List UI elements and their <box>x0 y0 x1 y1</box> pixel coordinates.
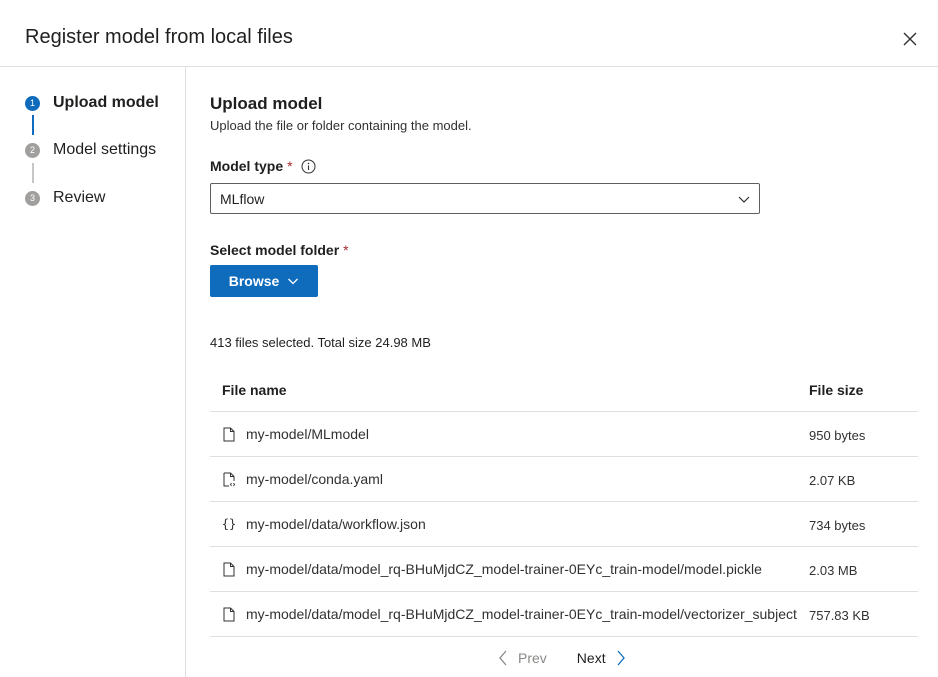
file-icon <box>222 606 236 622</box>
file-size: 2.03 MB <box>809 563 858 578</box>
next-label: Next <box>576 650 606 666</box>
model-folder-label: Select model folder * <box>210 242 349 258</box>
selection-summary: 413 files selected. Total size 24.98 MB <box>210 335 431 350</box>
model-folder-label-text: Select model folder <box>210 242 340 258</box>
section-description: Upload the file or folder containing the… <box>210 118 472 133</box>
step-label: Review <box>53 189 106 206</box>
step-connector <box>32 115 34 135</box>
browse-button-label: Browse <box>228 273 280 289</box>
step-number-badge: 2 <box>25 142 40 158</box>
step-upload-model[interactable]: 1 Upload model <box>25 91 159 115</box>
chevron-right-icon <box>617 650 625 666</box>
file-icon <box>222 426 236 442</box>
model-type-label-text: Model type <box>210 158 284 174</box>
browse-button[interactable]: Browse <box>210 265 318 297</box>
close-button[interactable] <box>898 27 922 51</box>
step-number-badge: 3 <box>25 190 40 206</box>
step-review[interactable]: 3 Review <box>25 186 105 210</box>
next-button[interactable]: Next <box>577 650 626 666</box>
file-size: 734 bytes <box>809 518 866 533</box>
info-icon[interactable] <box>301 159 316 174</box>
required-marker: * <box>343 242 349 258</box>
upload-model-panel: Upload model Upload the file or folder c… <box>210 67 918 677</box>
code-file-icon <box>222 471 236 487</box>
dialog-header: Register model from local files <box>0 0 938 67</box>
model-type-dropdown[interactable]: MLflow <box>210 183 760 214</box>
table-row[interactable]: my-model/data/model_rq-BHuMjdCZ_model-tr… <box>210 592 918 637</box>
pagination: Prev Next <box>498 647 626 669</box>
table-row[interactable]: my-model/MLmodel 950 bytes <box>210 412 918 457</box>
table-header: File name File size <box>210 368 918 412</box>
file-size: 2.07 KB <box>809 473 856 488</box>
step-label: Upload model <box>53 94 159 111</box>
section-title: Upload model <box>210 94 323 113</box>
close-icon <box>903 32 917 46</box>
column-header-file-size[interactable]: File size <box>809 382 863 398</box>
file-name: my-model/data/model_rq-BHuMjdCZ_model-tr… <box>246 561 762 577</box>
prev-label: Prev <box>518 650 547 666</box>
step-connector <box>32 163 34 183</box>
required-marker: * <box>287 158 293 174</box>
file-icon <box>222 561 236 577</box>
file-name: my-model/data/model_rq-BHuMjdCZ_model-tr… <box>246 606 798 622</box>
step-number-badge: 1 <box>25 95 40 111</box>
file-size: 757.83 KB <box>809 608 870 623</box>
chevron-down-icon <box>288 278 299 285</box>
json-file-icon: {} <box>221 517 237 531</box>
model-type-value: MLflow <box>220 190 265 207</box>
table-row[interactable]: my-model/data/model_rq-BHuMjdCZ_model-tr… <box>210 547 918 592</box>
model-type-label: Model type * <box>210 158 316 174</box>
step-model-settings[interactable]: 2 Model settings <box>25 138 156 162</box>
chevron-down-icon <box>738 196 750 203</box>
step-label: Model settings <box>53 141 157 158</box>
dialog-title: Register model from local files <box>25 26 293 48</box>
file-table: File name File size my-model/MLmodel 950… <box>210 368 918 637</box>
file-name: my-model/MLmodel <box>246 426 369 442</box>
file-name: my-model/data/workflow.json <box>246 516 426 532</box>
column-header-file-name[interactable]: File name <box>222 382 287 398</box>
chevron-left-icon <box>499 650 507 666</box>
table-row[interactable]: {} my-model/data/workflow.json 734 bytes <box>210 502 918 547</box>
file-name: my-model/conda.yaml <box>246 471 383 487</box>
file-size: 950 bytes <box>809 428 866 443</box>
prev-button[interactable]: Prev <box>498 650 547 666</box>
wizard-stepper: 1 Upload model 2 Model settings 3 Review <box>0 67 186 677</box>
table-row[interactable]: my-model/conda.yaml 2.07 KB <box>210 457 918 502</box>
